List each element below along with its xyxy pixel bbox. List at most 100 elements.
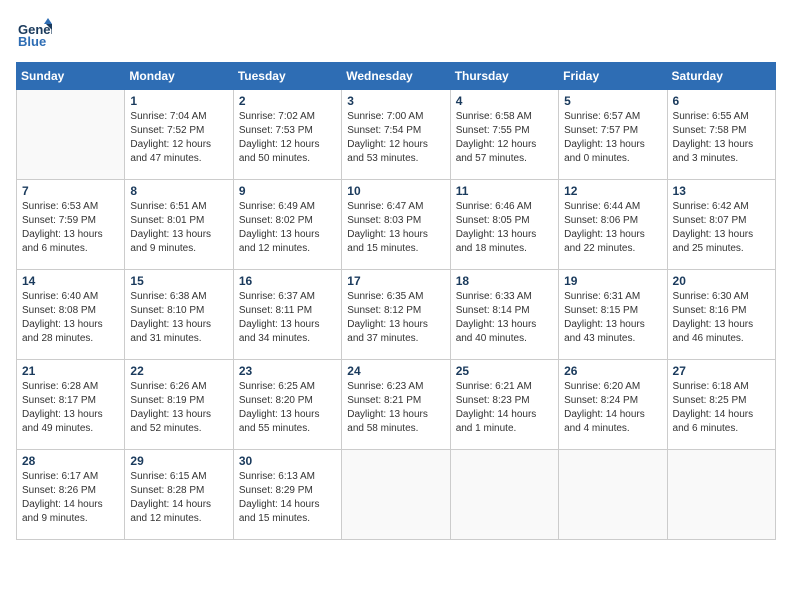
day-number: 28 bbox=[22, 454, 119, 468]
cell-info: Sunrise: 6:30 AM Sunset: 8:16 PM Dayligh… bbox=[673, 290, 770, 346]
cell-info: Sunrise: 6:58 AM Sunset: 7:55 PM Dayligh… bbox=[456, 110, 553, 166]
calendar-table: SundayMondayTuesdayWednesdayThursdayFrid… bbox=[16, 62, 776, 540]
day-number: 4 bbox=[456, 94, 553, 108]
calendar-cell: 17 Sunrise: 6:35 AM Sunset: 8:12 PM Dayli… bbox=[342, 270, 450, 360]
calendar-week-row: 7Sunrise: 6:53 AM Sunset: 7:59 PM Daylig… bbox=[17, 180, 776, 270]
cell-info: Sunrise: 6:21 AM Sunset: 8:23 PM Dayligh… bbox=[456, 380, 553, 436]
cell-info: Sunrise: 6:47 AM Sunset: 8:03 PM Dayligh… bbox=[347, 200, 444, 256]
weekday-header-saturday: Saturday bbox=[667, 63, 775, 90]
day-number: 8 bbox=[130, 184, 227, 198]
calendar-week-row: 1 Sunrise: 7:04 AM Sunset: 7:52 PM Daylig… bbox=[17, 90, 776, 180]
day-number: 9 bbox=[239, 184, 336, 198]
calendar-cell: 20Sunrise: 6:30 AM Sunset: 8:16 PM Dayli… bbox=[667, 270, 775, 360]
calendar-cell: 25 Sunrise: 6:21 AM Sunset: 8:23 PM Dayli… bbox=[450, 360, 558, 450]
cell-info: Sunrise: 6:20 AM Sunset: 8:24 PM Dayligh… bbox=[564, 380, 661, 436]
calendar-cell: 19 Sunrise: 6:31 AM Sunset: 8:15 PM Dayli… bbox=[559, 270, 667, 360]
day-number: 21 bbox=[22, 364, 119, 378]
day-number: 19 bbox=[564, 274, 661, 288]
weekday-header-row: SundayMondayTuesdayWednesdayThursdayFrid… bbox=[17, 63, 776, 90]
weekday-header-thursday: Thursday bbox=[450, 63, 558, 90]
day-number: 5 bbox=[564, 94, 661, 108]
calendar-cell bbox=[667, 450, 775, 540]
calendar-week-row: 14 Sunrise: 6:40 AM Sunset: 8:08 PM Dayli… bbox=[17, 270, 776, 360]
day-number: 27 bbox=[673, 364, 770, 378]
calendar-cell: 1 Sunrise: 7:04 AM Sunset: 7:52 PM Daylig… bbox=[125, 90, 233, 180]
day-number: 13 bbox=[673, 184, 770, 198]
calendar-cell: 4 Sunrise: 6:58 AM Sunset: 7:55 PM Daylig… bbox=[450, 90, 558, 180]
cell-info: Sunrise: 6:57 AM Sunset: 7:57 PM Dayligh… bbox=[564, 110, 661, 166]
day-number: 22 bbox=[130, 364, 227, 378]
day-number: 18 bbox=[456, 274, 553, 288]
cell-info: Sunrise: 6:40 AM Sunset: 8:08 PM Dayligh… bbox=[22, 290, 119, 346]
cell-info: Sunrise: 6:53 AM Sunset: 7:59 PM Dayligh… bbox=[22, 200, 119, 256]
cell-info: Sunrise: 6:18 AM Sunset: 8:25 PM Dayligh… bbox=[673, 380, 770, 436]
cell-info: Sunrise: 6:25 AM Sunset: 8:20 PM Dayligh… bbox=[239, 380, 336, 436]
calendar-cell: 15 Sunrise: 6:38 AM Sunset: 8:10 PM Dayli… bbox=[125, 270, 233, 360]
cell-info: Sunrise: 6:13 AM Sunset: 8:29 PM Dayligh… bbox=[239, 470, 336, 526]
day-number: 10 bbox=[347, 184, 444, 198]
cell-info: Sunrise: 6:55 AM Sunset: 7:58 PM Dayligh… bbox=[673, 110, 770, 166]
weekday-header-monday: Monday bbox=[125, 63, 233, 90]
day-number: 26 bbox=[564, 364, 661, 378]
cell-info: Sunrise: 7:04 AM Sunset: 7:52 PM Dayligh… bbox=[130, 110, 227, 166]
cell-info: Sunrise: 6:51 AM Sunset: 8:01 PM Dayligh… bbox=[130, 200, 227, 256]
calendar-cell bbox=[559, 450, 667, 540]
day-number: 25 bbox=[456, 364, 553, 378]
calendar-cell: 13 Sunrise: 6:42 AM Sunset: 8:07 PM Dayli… bbox=[667, 180, 775, 270]
cell-info: Sunrise: 6:37 AM Sunset: 8:11 PM Dayligh… bbox=[239, 290, 336, 346]
calendar-cell: 7Sunrise: 6:53 AM Sunset: 7:59 PM Daylig… bbox=[17, 180, 125, 270]
calendar-cell bbox=[342, 450, 450, 540]
cell-info: Sunrise: 6:33 AM Sunset: 8:14 PM Dayligh… bbox=[456, 290, 553, 346]
calendar-cell: 23Sunrise: 6:25 AM Sunset: 8:20 PM Dayli… bbox=[233, 360, 341, 450]
day-number: 11 bbox=[456, 184, 553, 198]
cell-info: Sunrise: 6:31 AM Sunset: 8:15 PM Dayligh… bbox=[564, 290, 661, 346]
calendar-cell: 3 Sunrise: 7:00 AM Sunset: 7:54 PM Daylig… bbox=[342, 90, 450, 180]
svg-text:Blue: Blue bbox=[18, 34, 46, 49]
cell-info: Sunrise: 6:35 AM Sunset: 8:12 PM Dayligh… bbox=[347, 290, 444, 346]
cell-info: Sunrise: 6:28 AM Sunset: 8:17 PM Dayligh… bbox=[22, 380, 119, 436]
day-number: 1 bbox=[130, 94, 227, 108]
calendar-cell: 28Sunrise: 6:17 AM Sunset: 8:26 PM Dayli… bbox=[17, 450, 125, 540]
calendar-week-row: 28Sunrise: 6:17 AM Sunset: 8:26 PM Dayli… bbox=[17, 450, 776, 540]
cell-info: Sunrise: 7:00 AM Sunset: 7:54 PM Dayligh… bbox=[347, 110, 444, 166]
calendar-cell: 6 Sunrise: 6:55 AM Sunset: 7:58 PM Daylig… bbox=[667, 90, 775, 180]
day-number: 2 bbox=[239, 94, 336, 108]
calendar-cell: 27 Sunrise: 6:18 AM Sunset: 8:25 PM Dayli… bbox=[667, 360, 775, 450]
calendar-cell: 29 Sunrise: 6:15 AM Sunset: 8:28 PM Dayli… bbox=[125, 450, 233, 540]
calendar-cell: 8 Sunrise: 6:51 AM Sunset: 8:01 PM Daylig… bbox=[125, 180, 233, 270]
calendar-cell: 30 Sunrise: 6:13 AM Sunset: 8:29 PM Dayli… bbox=[233, 450, 341, 540]
page-header: General Blue bbox=[16, 16, 776, 52]
day-number: 6 bbox=[673, 94, 770, 108]
cell-info: Sunrise: 7:02 AM Sunset: 7:53 PM Dayligh… bbox=[239, 110, 336, 166]
logo: General Blue bbox=[16, 16, 56, 52]
weekday-header-friday: Friday bbox=[559, 63, 667, 90]
weekday-header-wednesday: Wednesday bbox=[342, 63, 450, 90]
calendar-cell: 2 Sunrise: 7:02 AM Sunset: 7:53 PM Daylig… bbox=[233, 90, 341, 180]
calendar-cell bbox=[450, 450, 558, 540]
calendar-week-row: 21 Sunrise: 6:28 AM Sunset: 8:17 PM Dayli… bbox=[17, 360, 776, 450]
cell-info: Sunrise: 6:38 AM Sunset: 8:10 PM Dayligh… bbox=[130, 290, 227, 346]
day-number: 15 bbox=[130, 274, 227, 288]
logo-icon: General Blue bbox=[16, 16, 52, 52]
cell-info: Sunrise: 6:23 AM Sunset: 8:21 PM Dayligh… bbox=[347, 380, 444, 436]
calendar-cell: 11 Sunrise: 6:46 AM Sunset: 8:05 PM Dayli… bbox=[450, 180, 558, 270]
calendar-cell: 5 Sunrise: 6:57 AM Sunset: 7:57 PM Daylig… bbox=[559, 90, 667, 180]
calendar-cell: 26 Sunrise: 6:20 AM Sunset: 8:24 PM Dayli… bbox=[559, 360, 667, 450]
cell-info: Sunrise: 6:46 AM Sunset: 8:05 PM Dayligh… bbox=[456, 200, 553, 256]
calendar-cell: 12Sunrise: 6:44 AM Sunset: 8:06 PM Dayli… bbox=[559, 180, 667, 270]
calendar-cell: 14 Sunrise: 6:40 AM Sunset: 8:08 PM Dayli… bbox=[17, 270, 125, 360]
day-number: 29 bbox=[130, 454, 227, 468]
day-number: 30 bbox=[239, 454, 336, 468]
cell-info: Sunrise: 6:42 AM Sunset: 8:07 PM Dayligh… bbox=[673, 200, 770, 256]
calendar-cell: 10 Sunrise: 6:47 AM Sunset: 8:03 PM Dayli… bbox=[342, 180, 450, 270]
cell-info: Sunrise: 6:15 AM Sunset: 8:28 PM Dayligh… bbox=[130, 470, 227, 526]
day-number: 12 bbox=[564, 184, 661, 198]
day-number: 14 bbox=[22, 274, 119, 288]
day-number: 3 bbox=[347, 94, 444, 108]
day-number: 17 bbox=[347, 274, 444, 288]
calendar-cell: 22Sunrise: 6:26 AM Sunset: 8:19 PM Dayli… bbox=[125, 360, 233, 450]
day-number: 24 bbox=[347, 364, 444, 378]
cell-info: Sunrise: 6:49 AM Sunset: 8:02 PM Dayligh… bbox=[239, 200, 336, 256]
calendar-cell: 18 Sunrise: 6:33 AM Sunset: 8:14 PM Dayli… bbox=[450, 270, 558, 360]
calendar-cell: 24 Sunrise: 6:23 AM Sunset: 8:21 PM Dayli… bbox=[342, 360, 450, 450]
